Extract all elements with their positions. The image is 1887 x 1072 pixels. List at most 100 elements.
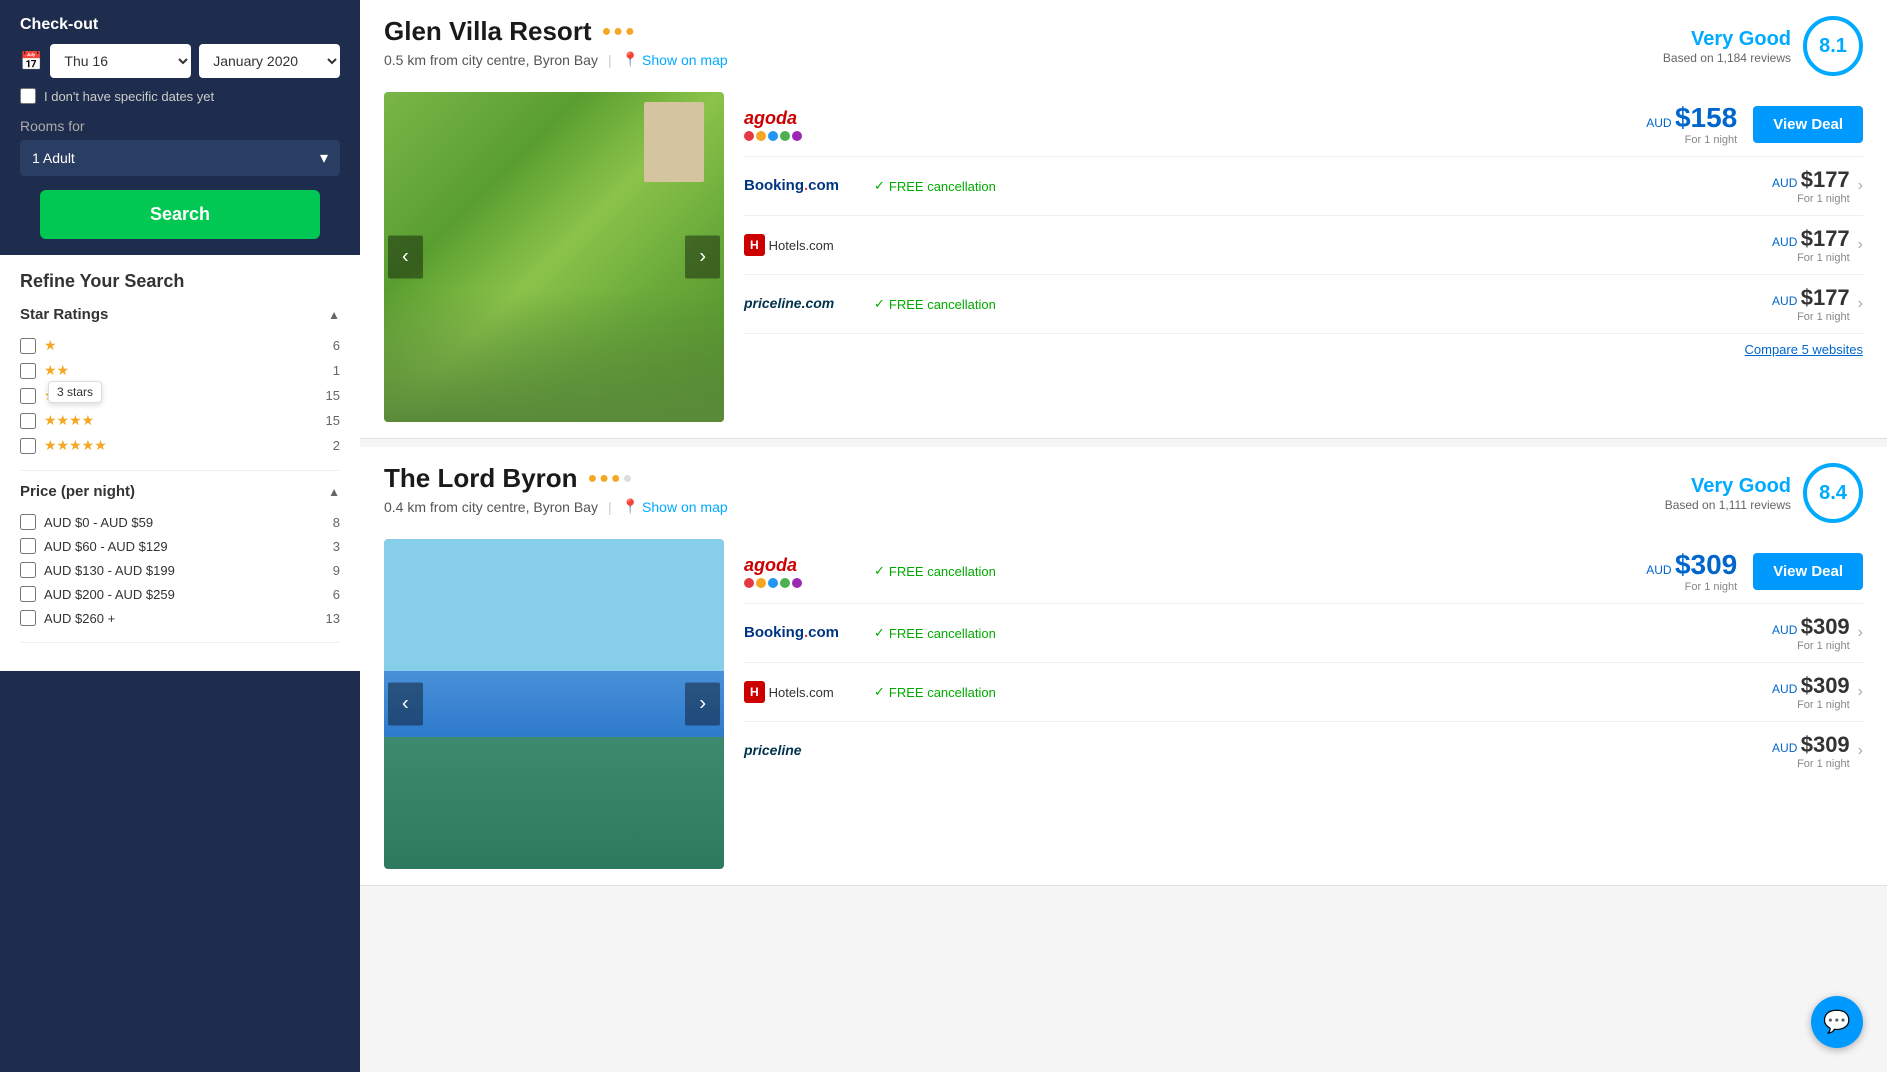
star-ratings-toggle[interactable]: ▲	[328, 308, 340, 322]
price-60-129-count: 3	[333, 539, 340, 554]
hotel-2-next-btn[interactable]: ›	[685, 683, 720, 726]
filter-row-3star: ★★ 3 stars 15	[20, 383, 340, 408]
hotel-1-star-1: ●	[602, 23, 612, 41]
price-60-129-label: AUD $60 - AUD $129	[44, 539, 168, 554]
hotel-1-star-2: ●	[613, 23, 623, 41]
hotel-2-booking-arrow[interactable]: ›	[1858, 624, 1863, 642]
price-130-199-label: AUD $130 - AUD $199	[44, 563, 175, 578]
refine-title: Refine Your Search	[20, 271, 340, 292]
hotel-1-priceline-deal: priceline.com ✓ FREE cancellation AUD $1…	[744, 275, 1863, 334]
price-row-130-199: AUD $130 - AUD $199 9	[20, 558, 340, 582]
sidebar: Check-out 📅 Thu 16 January 2020 I don't …	[0, 0, 360, 1072]
hotel-2-star-3: ●	[611, 470, 621, 488]
hotel-2-hotels-deal: H Hotels.com ✓ FREE cancellation AUD $30…	[744, 663, 1863, 722]
hotel-1-score-reviews: Based on 1,184 reviews	[1663, 51, 1791, 65]
checkmark-icon-1: ✓	[874, 178, 885, 194]
checkmark-icon-5: ✓	[874, 684, 885, 700]
hotel-1-booking-price: AUD $177 For 1 night	[1690, 167, 1850, 205]
hotel-2-name: The Lord Byron	[384, 463, 578, 494]
hotel-1-booking-deal: Booking.com ✓ FREE cancellation AUD $177…	[744, 157, 1863, 216]
agoda-dot-green	[780, 131, 790, 141]
2star-icon: ★★	[44, 362, 69, 379]
hotel-2-booking-amount: $309	[1801, 614, 1850, 639]
price-60-129-checkbox[interactable]	[20, 538, 36, 554]
filter-row-1star: ★ 6	[20, 333, 340, 358]
hotel-1-compare-link[interactable]: Compare 5 websites	[1745, 342, 1864, 357]
map-pin-icon-1: 📍	[622, 51, 639, 68]
price-200-259-checkbox[interactable]	[20, 586, 36, 602]
checkout-day-select[interactable]: Thu 16	[50, 44, 191, 78]
hotel-2-image-wrapper: ‹ ›	[384, 539, 724, 869]
hotel-2-view-deal-btn[interactable]: View Deal	[1753, 553, 1863, 590]
hotel-1-header: Glen Villa Resort ● ● ● 0.5 km from city…	[360, 0, 1887, 76]
hotel-2-prev-btn[interactable]: ‹	[388, 683, 423, 726]
hotel-1-prev-btn[interactable]: ‹	[388, 236, 423, 279]
hotel-1-score-circle: 8.1	[1803, 16, 1863, 76]
price-header: Price (per night) ▲	[20, 483, 340, 500]
hotel-1-hotels-amount: $177	[1801, 226, 1850, 251]
checkout-section: Check-out 📅 Thu 16 January 2020 I don't …	[0, 0, 360, 255]
checkmark-icon-4: ✓	[874, 625, 885, 641]
hotel-2-agoda-cancellation: ✓ FREE cancellation	[874, 563, 1577, 579]
star-ratings-header: Star Ratings ▲	[20, 306, 340, 323]
hotel-1-deals: agoda AUD $158 For 1 night	[724, 92, 1863, 422]
price-130-199-checkbox[interactable]	[20, 562, 36, 578]
price-130-199-count: 9	[333, 563, 340, 578]
checkout-month-select[interactable]: January 2020	[199, 44, 340, 78]
agoda2-dot-purple	[792, 578, 802, 588]
filter-1star-checkbox[interactable]	[20, 338, 36, 354]
price-200-259-count: 6	[333, 587, 340, 602]
hotel-2-agoda-logo: agoda	[744, 555, 874, 588]
hotel-1-agoda-nights: For 1 night	[1577, 134, 1737, 146]
price-0-59-checkbox[interactable]	[20, 514, 36, 530]
price-260-plus-label: AUD $260 +	[44, 611, 115, 626]
hotel-2-hotels-arrow[interactable]: ›	[1858, 683, 1863, 701]
filter-2star-checkbox[interactable]	[20, 363, 36, 379]
no-dates-checkbox[interactable]	[20, 88, 36, 104]
filter-row-2star: ★★ 1	[20, 358, 340, 383]
rooms-label: Rooms for	[20, 118, 340, 134]
agoda2-dot-red	[744, 578, 754, 588]
hotel-1-compare: Compare 5 websites	[744, 334, 1863, 365]
hotel-1-show-on-map[interactable]: 📍 Show on map	[622, 51, 728, 68]
hotel-1-agoda-deal: agoda AUD $158 For 1 night	[744, 92, 1863, 157]
hotel-2-booking-cancellation: ✓ FREE cancellation	[874, 625, 1690, 641]
hotel-1-next-btn[interactable]: ›	[685, 236, 720, 279]
price-toggle[interactable]: ▲	[328, 485, 340, 499]
price-group: Price (per night) ▲ AUD $0 - AUD $59 8 A…	[20, 483, 340, 643]
filter-3star-checkbox[interactable]	[20, 388, 36, 404]
hotel-2-body: ‹ › agoda	[360, 523, 1887, 885]
hotel-2-score-value: 8.4	[1819, 482, 1847, 505]
chat-bubble[interactable]: 💬	[1811, 996, 1863, 1048]
hotel-2-score-text: Very Good Based on 1,111 reviews	[1665, 475, 1791, 512]
hotel-1-hotels-arrow[interactable]: ›	[1858, 236, 1863, 254]
checkmark-icon-2: ✓	[874, 296, 885, 312]
price-260-plus-checkbox[interactable]	[20, 610, 36, 626]
hotel-2-hotels-logo: H Hotels.com	[744, 681, 874, 703]
main-content: Glen Villa Resort ● ● ● 0.5 km from city…	[360, 0, 1887, 1072]
filter-row-4star: ★★★★ 15	[20, 408, 340, 433]
hotel-1-view-deal-btn[interactable]: View Deal	[1753, 106, 1863, 143]
hotel-2-agoda-deal: agoda ✓ FREE cancellation	[744, 539, 1863, 604]
hotel-1-booking-amount: $177	[1801, 167, 1850, 192]
rooms-select[interactable]: 1 Adult	[20, 140, 340, 176]
hotel-1-score-area: Very Good Based on 1,184 reviews 8.1	[1663, 16, 1863, 76]
hotel-1-priceline-amount: $177	[1801, 285, 1850, 310]
search-button[interactable]: Search	[40, 190, 320, 239]
3star-tooltip: 3 stars	[48, 381, 102, 403]
filter-5star-checkbox[interactable]	[20, 438, 36, 454]
hotel-1-agoda-price: AUD $158 For 1 night	[1577, 102, 1737, 146]
hotel-1-booking-arrow[interactable]: ›	[1858, 177, 1863, 195]
hotel-2-priceline-arrow[interactable]: ›	[1858, 742, 1863, 760]
hotel-2-hotels-amount: $309	[1801, 673, 1850, 698]
agoda-dot-orange	[756, 131, 766, 141]
hotel-1-priceline-cancellation: ✓ FREE cancellation	[874, 296, 1690, 312]
hotel-1-priceline-arrow[interactable]: ›	[1858, 295, 1863, 313]
hotel-2-score-label: Very Good	[1665, 475, 1791, 498]
filter-4star-checkbox[interactable]	[20, 413, 36, 429]
hotel-1-image-wrapper: ‹ ›	[384, 92, 724, 422]
hotel-1-name: Glen Villa Resort	[384, 16, 592, 47]
refine-section: Refine Your Search Star Ratings ▲ ★ 6 ★★…	[0, 255, 360, 671]
price-row-260-plus: AUD $260 + 13	[20, 606, 340, 630]
hotel-2-show-on-map[interactable]: 📍 Show on map	[622, 498, 728, 515]
